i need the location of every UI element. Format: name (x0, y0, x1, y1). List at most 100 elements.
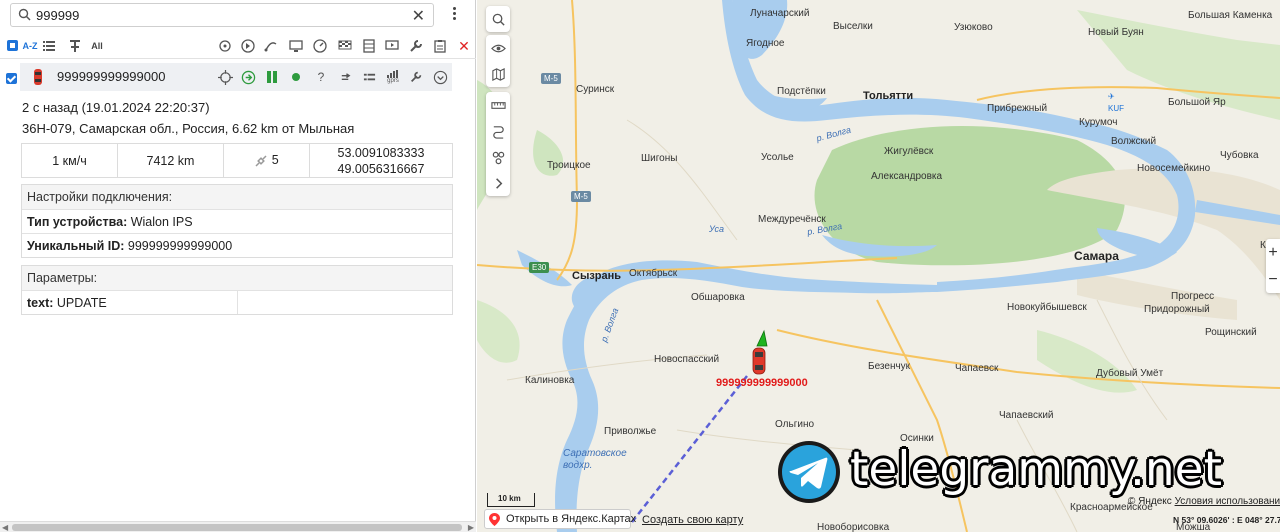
table-icon[interactable] (360, 37, 378, 55)
unit-map-label: 999999999999000 (716, 377, 808, 389)
geofences-button[interactable] (486, 144, 510, 170)
send-command-icon[interactable] (240, 69, 256, 85)
gprs-icon: gprs (384, 69, 402, 85)
map-search-control (486, 6, 510, 32)
presentation-icon[interactable] (383, 37, 401, 55)
route-icon[interactable] (262, 37, 280, 55)
telegram-logo-icon (778, 441, 840, 503)
command-icon[interactable] (239, 37, 257, 55)
clipboard-icon[interactable] (431, 37, 449, 55)
satellites-cell: 5 (223, 143, 310, 178)
map-scale-label: 10 km (498, 494, 521, 503)
clear-search-icon[interactable]: ✕ (412, 6, 425, 26)
ruler-button[interactable] (486, 92, 510, 118)
scroll-left-icon[interactable]: ◀ (2, 523, 8, 532)
parameters-section: Параметры: text: UPDATE (21, 265, 453, 315)
finish-flag-icon[interactable] (336, 37, 354, 55)
gprs-label: gprs (387, 78, 399, 84)
monitor-icon[interactable] (287, 37, 305, 55)
cursor-coordinates: N 53° 09.6026' : E 048° 27.7 (1173, 515, 1280, 525)
zoom-out-button[interactable]: − (1266, 266, 1280, 293)
copyright-text: © Яндекс (1128, 496, 1172, 507)
map-label-saratov-reservoir: Саратовское водхр. (563, 448, 627, 471)
scroll-right-icon[interactable]: ▶ (468, 523, 474, 532)
wrench-icon[interactable] (407, 37, 425, 55)
expand-menu-icon[interactable] (432, 69, 448, 85)
map-label-pribrezhny: Прибрежный (987, 103, 1048, 114)
map-label-novospassky: Новоспасский (654, 354, 720, 365)
open-in-yandex-button[interactable]: Открыть в Яндекс.Картах (484, 509, 636, 529)
speed-value: 1 км/ч (21, 143, 118, 178)
scrollbar-thumb[interactable] (12, 524, 462, 531)
map-tools-control (486, 92, 510, 196)
parameters-icon[interactable] (361, 69, 377, 85)
map-label-bolshaya-kamenka: Большая Каменка (1188, 10, 1273, 21)
device-type-value: Wialon IPS (130, 215, 193, 229)
select-all-checkbox-icon[interactable] (4, 37, 22, 55)
unit-name[interactable]: 999999999999000 (57, 69, 165, 84)
map-label-novosemeykino: Новосемейкино (1137, 163, 1211, 174)
sort-az-icon[interactable]: A-Z (21, 37, 39, 55)
map-label-pridorozhny: Придорожный (1144, 304, 1210, 315)
all-label: All (91, 41, 103, 51)
expand-tools-button[interactable] (486, 170, 510, 196)
unknown-sensor-icon: ? (313, 69, 329, 85)
more-options-icon[interactable] (448, 5, 460, 23)
map-search-button[interactable] (486, 6, 510, 32)
track-line (631, 375, 748, 523)
unit-wrench-icon[interactable] (408, 69, 424, 85)
map-visibility-button[interactable] (486, 35, 510, 61)
chevron-right-icon (495, 177, 502, 189)
map-search-icon (492, 13, 505, 26)
links-icon[interactable] (337, 69, 353, 85)
unit-checkbox[interactable] (6, 73, 17, 84)
map-label-privolzhye: Приволжье (604, 426, 657, 437)
units-toolbar: A-Z All ✕ (0, 33, 476, 59)
map-label-olgino: Ольгино (775, 419, 815, 430)
map-label-usa: Уса (709, 224, 725, 234)
map-label-kalinovka: Калиновка (525, 375, 575, 386)
unit-row[interactable]: 999999999999000 ? gprs (0, 63, 476, 91)
zoom-in-button[interactable]: + (1266, 239, 1280, 266)
search-field[interactable]: 999999 ✕ (10, 3, 434, 27)
map-layers-button[interactable] (486, 61, 510, 87)
map-label-syzran: Сызрань (572, 270, 622, 282)
map-label-surinsk: Суринск (576, 84, 615, 95)
map-scale-bar: 10 km (487, 493, 535, 507)
terms-link[interactable]: Условия использования (1175, 496, 1280, 507)
delete-icon[interactable]: ✕ (455, 37, 473, 55)
map-view[interactable]: Луначарский Выселки Узюково Новый Буян Б… (477, 0, 1280, 532)
unit-stats-table: 1 км/ч 7412 km 5 53.0091083333 49.005631… (21, 143, 453, 178)
route-tool-icon (492, 125, 504, 139)
unit-car-marker[interactable] (752, 329, 768, 375)
search-input[interactable]: 999999 (36, 8, 79, 23)
target-icon[interactable] (216, 37, 234, 55)
map-label-lunacharsky: Луначарский (750, 8, 810, 19)
map-label-oktyabrsk: Октябрьск (629, 268, 678, 279)
coordinates-cell: 53.0091083333 49.0056316667 (309, 143, 453, 178)
all-icon[interactable]: All (88, 37, 106, 55)
device-type-row: Тип устройства: Wialon IPS (22, 209, 452, 233)
group-icon[interactable] (66, 37, 84, 55)
locate-unit-icon[interactable] (217, 69, 233, 85)
map-label-uzyukovo: Узюково (954, 22, 993, 33)
map-pin-icon (489, 513, 500, 526)
list-icon[interactable] (40, 37, 58, 55)
open-in-yandex-label: Открыть в Яндекс.Картах (506, 513, 637, 525)
map-label-obsharovka: Обшаровка (691, 292, 745, 303)
map-label-usolye: Усолье (761, 152, 794, 163)
satellite-icon (255, 155, 267, 167)
speedometer-icon[interactable] (311, 37, 329, 55)
map-label-troitskoe: Троицкое (547, 160, 591, 171)
create-map-link[interactable]: Создать свою карту (642, 514, 743, 526)
airport-icon: ✈ (1108, 92, 1115, 101)
map-label-kurumoch: Курумоч (1079, 117, 1118, 128)
parameter-cell: text: UPDATE (22, 291, 238, 314)
connection-settings-section: Настройки подключения: Тип устройства: W… (21, 184, 453, 258)
horizontal-scrollbar[interactable]: ◀ ▶ (0, 521, 476, 532)
routes-button[interactable] (486, 118, 510, 144)
map-label-mezhdurechensk: Междуречёнск (758, 214, 826, 225)
map-label-dubovy-umyot: Дубовый Умёт (1096, 368, 1164, 379)
map-label-bolshoy-yar: Большой Яр (1168, 97, 1226, 108)
unit-address: 36Н-079, Самарская обл., Россия, 6.62 km… (22, 121, 355, 136)
